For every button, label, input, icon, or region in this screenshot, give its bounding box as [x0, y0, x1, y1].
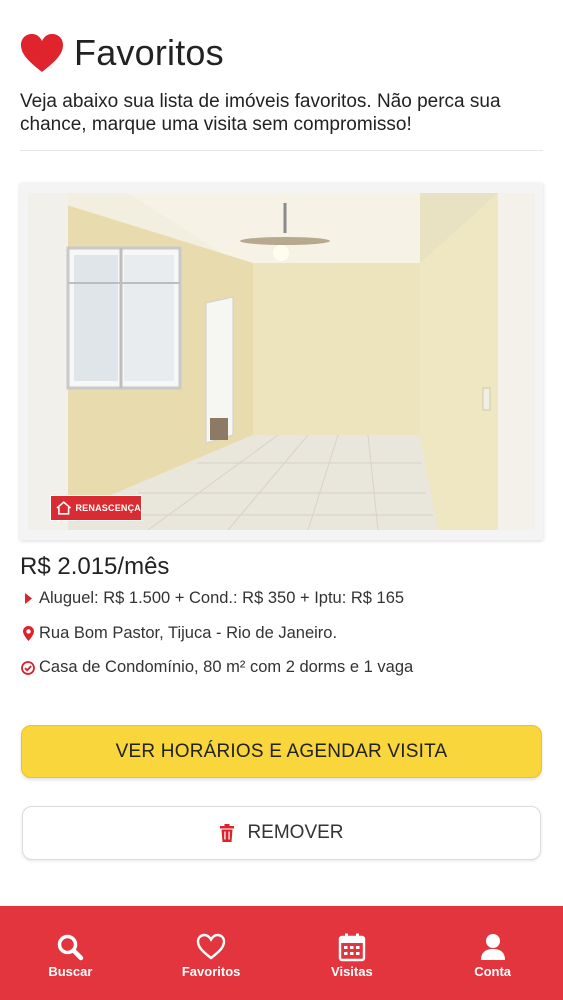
page-title: Favoritos: [74, 32, 224, 73]
bottom-nav: Buscar Favoritos Visitas Conta: [0, 906, 563, 1000]
listing-photo[interactable]: RENASCENÇA: [28, 193, 535, 530]
nav-label-conta: Conta: [474, 964, 512, 979]
nav-item-conta[interactable]: Conta: [422, 906, 563, 1000]
map-marker-icon: [20, 626, 36, 641]
nav-item-favoritos[interactable]: Favoritos: [141, 906, 282, 1000]
check-circle-icon: [20, 660, 36, 675]
cost-breakdown-text: Aluguel: R$ 1.500 + Cond.: R$ 350 + Iptu…: [39, 589, 405, 607]
cost-breakdown: Aluguel: R$ 1.500 + Cond.: R$ 350 + Iptu…: [20, 589, 404, 608]
address-text: Rua Bom Pastor, Tijuca - Rio de Janeiro.: [39, 624, 338, 642]
nav-item-visitas[interactable]: Visitas: [282, 906, 423, 1000]
remove-favorite-button[interactable]: REMOVER: [22, 806, 541, 860]
listing-photo-card[interactable]: RENASCENÇA: [20, 183, 543, 540]
listing-address: Rua Bom Pastor, Tijuca - Rio de Janeiro.: [20, 624, 337, 643]
page-subtitle: Veja abaixo sua lista de imóveis favorit…: [20, 91, 501, 135]
heart-icon: [21, 34, 63, 72]
description-text: Casa de Condomínio, 80 m² com 2 dorms e …: [39, 658, 414, 676]
room-image: [28, 193, 535, 530]
schedule-visit-button[interactable]: VER HORÁRIOS E AGENDAR VISITA: [21, 725, 542, 778]
listing-description: Casa de Condomínio, 80 m² com 2 dorms e …: [20, 658, 413, 677]
nav-label-visitas: Visitas: [331, 964, 373, 979]
nav-label-buscar: Buscar: [48, 964, 93, 979]
agency-logo-text: RENASCENÇA: [75, 503, 141, 513]
nav-item-buscar[interactable]: Buscar: [0, 906, 141, 1000]
search-icon: [58, 934, 84, 961]
page-header: Favoritos: [20, 32, 224, 74]
heart-outline-icon: [196, 933, 226, 960]
agency-logo: RENASCENÇA: [50, 495, 142, 521]
caret-right-icon: [20, 593, 36, 604]
trash-icon: [220, 824, 235, 842]
house-logo-icon: [56, 501, 72, 515]
listing-price: R$ 2.015/mês: [20, 553, 170, 580]
remove-label: REMOVER: [247, 822, 344, 843]
divider: [20, 150, 543, 151]
nav-label-favoritos: Favoritos: [181, 964, 241, 979]
user-icon: [480, 934, 505, 960]
calendar-icon: [338, 933, 366, 962]
